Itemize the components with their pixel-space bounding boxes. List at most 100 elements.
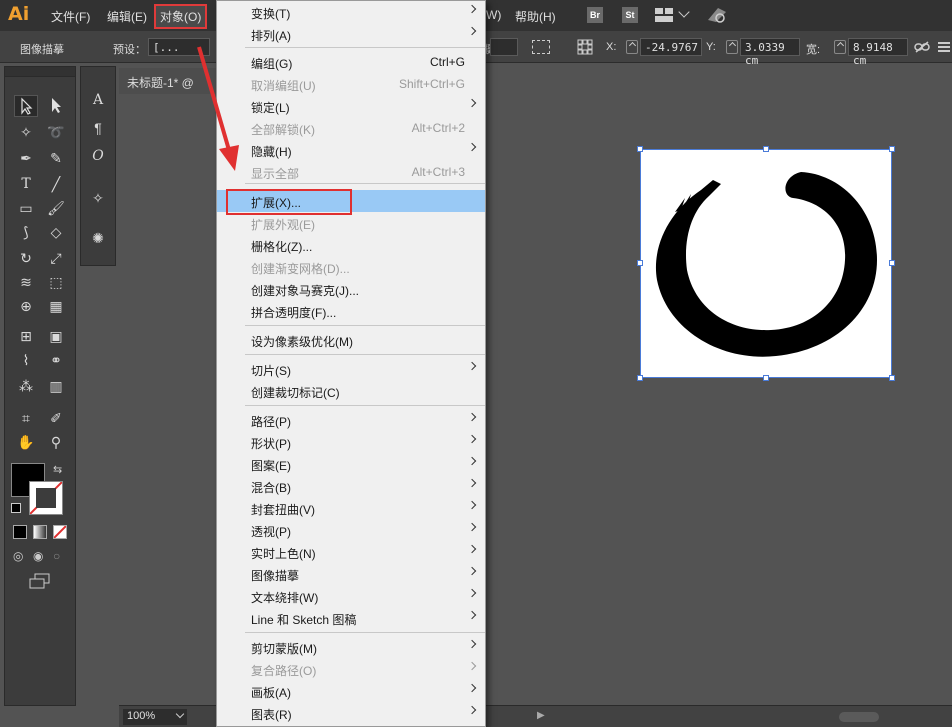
menu-item[interactable]: 创建裁切标记(C) bbox=[217, 380, 485, 402]
menu-item[interactable]: 实时上色(N) bbox=[217, 541, 485, 563]
rectangle-tool-icon[interactable]: ▭ bbox=[14, 197, 38, 219]
link-proportions-icon[interactable] bbox=[914, 41, 930, 53]
menu-item[interactable]: 锁定(L) bbox=[217, 95, 485, 117]
artboard[interactable] bbox=[637, 146, 895, 381]
resize-handle-se[interactable] bbox=[889, 375, 895, 381]
panel-grip[interactable] bbox=[5, 67, 75, 77]
eyedropper-tool-icon[interactable]: ⌇ bbox=[14, 349, 38, 371]
selection-tool-icon[interactable] bbox=[14, 95, 38, 117]
line-tool-icon[interactable]: ╱ bbox=[44, 173, 68, 195]
y-stepper[interactable] bbox=[726, 40, 738, 54]
menu-item[interactable]: 栅格化(Z)... bbox=[217, 234, 485, 256]
artboard-nav-next-icon[interactable]: ▶ bbox=[537, 710, 545, 721]
bridge-icon[interactable]: Br bbox=[587, 7, 603, 23]
y-field[interactable]: 3.0339 cm bbox=[740, 38, 800, 67]
eraser-tool-icon[interactable]: ◇ bbox=[44, 221, 68, 243]
artboard-tool-icon[interactable]: ⌗ bbox=[14, 407, 38, 429]
column-graph-tool-icon[interactable]: ▥ bbox=[44, 375, 68, 397]
symbol-sprayer-tool-icon[interactable]: ⁂ bbox=[14, 375, 38, 397]
more-options-icon[interactable] bbox=[938, 41, 950, 53]
symbols-panel-icon[interactable]: ✧ bbox=[86, 187, 110, 209]
rotate-tool-icon[interactable]: ↻ bbox=[14, 247, 38, 269]
workspace-layout-icon[interactable] bbox=[655, 8, 673, 22]
menu-item[interactable]: 画板(A) bbox=[217, 680, 485, 702]
menu-item[interactable]: 封套扭曲(V) bbox=[217, 497, 485, 519]
hand-tool-icon[interactable]: ✋ bbox=[14, 431, 38, 453]
menu-item[interactable]: Line 和 Sketch 图稿 bbox=[217, 607, 485, 629]
partial-field[interactable] bbox=[490, 38, 518, 56]
menu-item[interactable]: 设为像素级优化(M) bbox=[217, 329, 485, 351]
stock-icon[interactable]: St bbox=[622, 7, 638, 23]
lasso-tool-icon[interactable]: ➰ bbox=[44, 121, 68, 143]
gradient-tool-icon[interactable]: ▣ bbox=[44, 325, 68, 347]
menu-item[interactable]: 形状(P) bbox=[217, 431, 485, 453]
menu-item[interactable]: 拼合透明度(F)... bbox=[217, 300, 485, 322]
menu-edit[interactable]: 编辑(E) bbox=[107, 8, 147, 25]
mesh-tool-icon[interactable]: ⊞ bbox=[14, 325, 38, 347]
x-stepper[interactable] bbox=[626, 40, 638, 54]
menu-file[interactable]: 文件(F) bbox=[51, 8, 90, 25]
menu-window-partial[interactable]: W) bbox=[486, 8, 501, 22]
default-colors-icon[interactable] bbox=[11, 503, 21, 513]
width-field[interactable]: 8.9148 cm bbox=[848, 38, 908, 67]
swap-colors-icon[interactable]: ⇆ bbox=[53, 463, 62, 476]
menu-item[interactable]: 创建对象马赛克(J)... bbox=[217, 278, 485, 300]
direct-selection-tool-icon[interactable] bbox=[44, 95, 68, 117]
menu-object[interactable]: 对象(O) bbox=[154, 4, 208, 29]
enso-brush-stroke[interactable] bbox=[641, 150, 891, 377]
resize-handle-e[interactable] bbox=[889, 260, 895, 266]
appearance-panel-icon[interactable]: ✺ bbox=[86, 227, 110, 249]
perspective-grid-tool-icon[interactable]: ▦ bbox=[44, 295, 68, 317]
menu-item[interactable]: 图表(R) bbox=[217, 702, 485, 724]
resize-handle-s[interactable] bbox=[763, 375, 769, 381]
scale-tool-icon[interactable]: ⤢ bbox=[44, 247, 68, 269]
curvature-tool-icon[interactable]: ✎ bbox=[44, 147, 68, 169]
shape-builder-tool-icon[interactable]: ⊕ bbox=[14, 295, 38, 317]
image-trace-button[interactable]: 图像描摹 bbox=[20, 41, 64, 57]
resize-handle-ne[interactable] bbox=[889, 146, 895, 152]
align-grid-icon[interactable] bbox=[577, 39, 593, 55]
resize-handle-sw[interactable] bbox=[637, 375, 643, 381]
menu-item[interactable]: 剪切蒙版(M) bbox=[217, 636, 485, 658]
warp-tool-icon[interactable]: ≋ bbox=[14, 271, 38, 293]
opentype-panel-icon[interactable]: O bbox=[86, 145, 110, 167]
menu-item[interactable]: 透视(P) bbox=[217, 519, 485, 541]
x-field[interactable]: -24.9767 bbox=[640, 38, 702, 56]
chevron-down-icon[interactable] bbox=[678, 6, 690, 18]
paintbrush-tool-icon[interactable]: 🖌 bbox=[44, 197, 68, 219]
character-panel-icon[interactable]: A bbox=[86, 89, 110, 111]
none-mode-button[interactable] bbox=[53, 525, 67, 539]
menu-item[interactable]: 编组(G) Ctrl+G bbox=[217, 51, 485, 73]
paragraph-panel-icon[interactable]: ¶ bbox=[86, 117, 110, 139]
menu-item[interactable]: 路径(P) bbox=[217, 409, 485, 431]
resize-handle-n[interactable] bbox=[763, 146, 769, 152]
color-mode-button[interactable] bbox=[13, 525, 27, 539]
menu-item[interactable]: 变换(T) bbox=[217, 1, 485, 23]
magic-wand-tool-icon[interactable]: ✧ bbox=[14, 121, 38, 143]
zoom-tool-icon[interactable]: ⚲ bbox=[44, 431, 68, 453]
menu-help[interactable]: 帮助(H) bbox=[515, 8, 556, 25]
menu-item[interactable]: 排列(A) bbox=[217, 23, 485, 45]
slice-tool-icon[interactable]: ✐ bbox=[44, 407, 68, 429]
draw-behind-icon[interactable]: ◉ bbox=[33, 549, 43, 563]
draw-normal-icon[interactable]: ◎ bbox=[13, 549, 23, 563]
blend-tool-icon[interactable]: ⚭ bbox=[44, 349, 68, 371]
reference-point-icon[interactable] bbox=[532, 40, 550, 54]
stroke-color-swatch[interactable] bbox=[29, 481, 63, 515]
menu-item[interactable]: 隐藏(H) bbox=[217, 139, 485, 161]
menu-item[interactable]: 图像描摹 bbox=[217, 563, 485, 585]
width-stepper[interactable] bbox=[834, 40, 846, 54]
type-tool-icon[interactable]: T bbox=[14, 173, 38, 195]
shaper-tool-icon[interactable]: ⟆ bbox=[14, 221, 38, 243]
gradient-mode-button[interactable] bbox=[33, 525, 47, 539]
horizontal-scrollbar[interactable] bbox=[839, 712, 879, 722]
pen-tool-icon[interactable]: ✒ bbox=[14, 147, 38, 169]
menu-item[interactable]: 图案(E) bbox=[217, 453, 485, 475]
menu-item[interactable]: 切片(S) bbox=[217, 358, 485, 380]
gpu-performance-icon[interactable] bbox=[706, 6, 728, 24]
resize-handle-nw[interactable] bbox=[637, 146, 643, 152]
resize-handle-w[interactable] bbox=[637, 260, 643, 266]
free-transform-tool-icon[interactable]: ⬚ bbox=[44, 271, 68, 293]
menu-item[interactable]: 文本绕排(W) bbox=[217, 585, 485, 607]
screen-mode-icon[interactable] bbox=[29, 573, 51, 589]
